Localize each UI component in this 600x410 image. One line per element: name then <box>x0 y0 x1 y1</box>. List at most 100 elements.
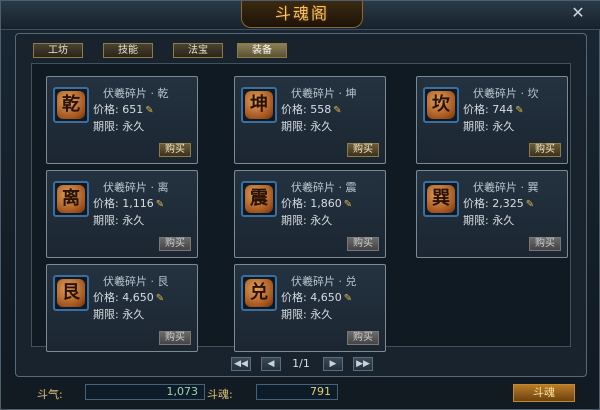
item-icon-frame[interactable]: 兑 <box>241 275 277 311</box>
item-icon-frame[interactable]: 艮 <box>53 275 89 311</box>
limit-label: 期限: <box>93 120 119 133</box>
item-price-row: 价格: 4,650 ✎ <box>281 289 352 305</box>
item-name: 伏羲碎片 · 乾 <box>103 87 169 100</box>
buy-button[interactable]: 购买 <box>347 331 379 345</box>
item-icon-frame[interactable]: 乾 <box>53 87 89 123</box>
limit-label: 期限: <box>93 308 119 321</box>
price-value: 558 <box>310 103 332 116</box>
item-price-row: 价格: 2,325 ✎ <box>463 195 534 211</box>
currency-icon: ✎ <box>343 199 353 210</box>
douqi-label: 斗气: <box>37 388 63 401</box>
douhun-button[interactable]: 斗魂 <box>513 384 575 402</box>
last-page-icon[interactable]: ▶▶ <box>353 357 373 371</box>
price-value: 2,325 <box>492 197 524 210</box>
douhun-label: 斗魂: <box>207 388 233 401</box>
limit-label: 期限: <box>93 214 119 227</box>
item-icon-frame[interactable]: 震 <box>241 181 277 217</box>
tab-equipment[interactable]: 装备 <box>237 43 287 58</box>
price-value: 651 <box>122 103 144 116</box>
price-label: 价格: <box>281 103 307 116</box>
price-value: 4,650 <box>122 291 154 304</box>
item-price-row: 价格: 1,116 ✎ <box>93 195 164 211</box>
item-icon-frame[interactable]: 坤 <box>241 87 277 123</box>
limit-value: 永久 <box>310 214 333 227</box>
item-card: 震 伏羲碎片 · 震 价格: 1,860 ✎ 期限: 永久 购买 <box>234 170 386 258</box>
item-name: 伏羲碎片 · 巽 <box>473 181 539 194</box>
item-name: 伏羲碎片 · 艮 <box>103 275 169 288</box>
fuxi-shard-icon: 坎 <box>427 91 455 119</box>
close-icon[interactable]: ✕ <box>569 4 587 22</box>
limit-value: 永久 <box>492 214 515 227</box>
fuxi-shard-icon: 坤 <box>245 91 273 119</box>
item-icon-frame[interactable]: 巽 <box>423 181 459 217</box>
price-label: 价格: <box>93 103 119 116</box>
limit-label: 期限: <box>463 214 489 227</box>
item-name: 伏羲碎片 · 坤 <box>291 87 357 100</box>
buy-button[interactable]: 购买 <box>347 143 379 157</box>
item-card: 坤 伏羲碎片 · 坤 价格: 558 ✎ 期限: 永久 购买 <box>234 76 386 164</box>
fuxi-shard-icon: 乾 <box>57 91 85 119</box>
item-name: 伏羲碎片 · 离 <box>103 181 169 194</box>
fuxi-shard-icon: 兑 <box>245 279 273 307</box>
price-label: 价格: <box>281 197 307 210</box>
limit-label: 期限: <box>463 120 489 133</box>
item-price-row: 价格: 651 ✎ <box>93 101 154 117</box>
item-price-row: 价格: 744 ✎ <box>463 101 524 117</box>
fuxi-shard-icon: 震 <box>245 185 273 213</box>
buy-button[interactable]: 购买 <box>159 237 191 251</box>
price-label: 价格: <box>93 197 119 210</box>
item-card: 乾 伏羲碎片 · 乾 价格: 651 ✎ 期限: 永久 购买 <box>46 76 198 164</box>
buy-button[interactable]: 购买 <box>529 237 561 251</box>
currency-icon: ✎ <box>343 293 353 304</box>
limit-label: 期限: <box>281 214 307 227</box>
currency-icon: ✎ <box>333 105 342 116</box>
item-card: 巽 伏羲碎片 · 巽 价格: 2,325 ✎ 期限: 永久 购买 <box>416 170 568 258</box>
buy-button[interactable]: 购买 <box>159 143 191 157</box>
item-limit-row: 期限: 永久 <box>281 118 332 134</box>
item-card: 离 伏羲碎片 · 离 价格: 1,116 ✎ 期限: 永久 购买 <box>46 170 198 258</box>
currency-icon: ✎ <box>155 293 165 304</box>
limit-value: 永久 <box>122 308 145 321</box>
limit-value: 永久 <box>310 120 333 133</box>
tab-skills[interactable]: 技能 <box>103 43 153 58</box>
item-card: 艮 伏羲碎片 · 艮 价格: 4,650 ✎ 期限: 永久 购买 <box>46 264 198 352</box>
item-name: 伏羲碎片 · 坎 <box>473 87 539 100</box>
title-bar: 斗魂阁 ✕ <box>1 1 600 30</box>
item-limit-row: 期限: 永久 <box>93 118 144 134</box>
limit-label: 期限: <box>281 308 307 321</box>
item-price-row: 价格: 4,650 ✎ <box>93 289 164 305</box>
next-page-icon[interactable]: ▶ <box>323 357 343 371</box>
price-value: 1,860 <box>310 197 342 210</box>
item-limit-row: 期限: 永久 <box>463 212 514 228</box>
limit-value: 永久 <box>310 308 333 321</box>
shop-window: 斗魂阁 ✕ 工坊 技能 法宝 装备 乾 伏羲碎片 · 乾 价格: 651 ✎ 期限… <box>0 0 600 410</box>
price-label: 价格: <box>463 103 489 116</box>
price-value: 744 <box>492 103 514 116</box>
buy-button[interactable]: 购买 <box>529 143 561 157</box>
item-name: 伏羲碎片 · 兑 <box>291 275 357 288</box>
item-icon-frame[interactable]: 坎 <box>423 87 459 123</box>
currency-icon: ✎ <box>525 199 535 210</box>
prev-page-icon[interactable]: ◀ <box>261 357 281 371</box>
buy-button[interactable]: 购买 <box>347 237 379 251</box>
window-title: 斗魂阁 <box>274 4 329 23</box>
limit-value: 永久 <box>122 214 145 227</box>
limit-label: 期限: <box>281 120 307 133</box>
douqi-value: 1,073 <box>85 384 205 400</box>
tab-workshop[interactable]: 工坊 <box>33 43 83 58</box>
price-label: 价格: <box>93 291 119 304</box>
buy-button[interactable]: 购买 <box>159 331 191 345</box>
currency-icon: ✎ <box>155 199 165 210</box>
item-limit-row: 期限: 永久 <box>463 118 514 134</box>
fuxi-shard-icon: 离 <box>57 185 85 213</box>
item-price-row: 价格: 558 ✎ <box>281 101 342 117</box>
title-plate: 斗魂阁 <box>241 1 363 28</box>
item-icon-frame[interactable]: 离 <box>53 181 89 217</box>
price-label: 价格: <box>463 197 489 210</box>
currency-icon: ✎ <box>145 105 154 116</box>
first-page-icon[interactable]: ◀◀ <box>231 357 251 371</box>
fuxi-shard-icon: 巽 <box>427 185 455 213</box>
page-indicator: 1/1 <box>292 357 310 370</box>
item-card: 坎 伏羲碎片 · 坎 价格: 744 ✎ 期限: 永久 购买 <box>416 76 568 164</box>
tab-treasure[interactable]: 法宝 <box>173 43 223 58</box>
